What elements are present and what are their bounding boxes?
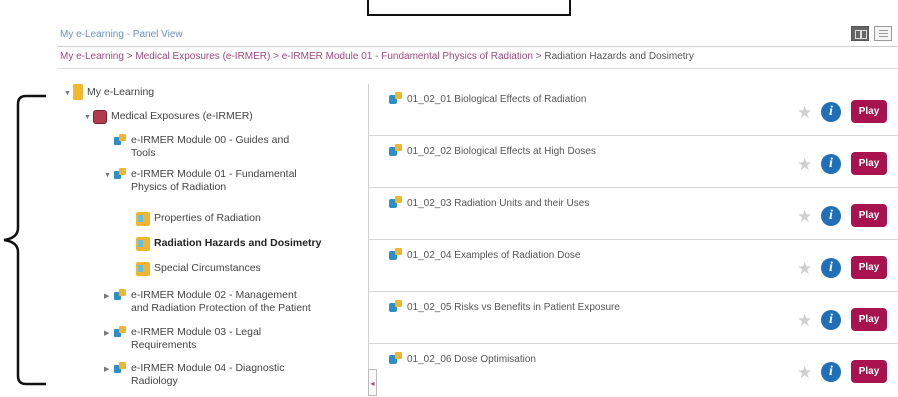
lesson-title[interactable]: 01_02_02 Biological Effects at High Dose…	[407, 146, 596, 157]
favourite-star-icon[interactable]: ★	[797, 364, 812, 381]
lesson-title[interactable]: 01_02_03 Radiation Units and their Uses	[407, 198, 589, 209]
lesson-title[interactable]: 01_02_01 Biological Effects of Radiation	[407, 94, 586, 105]
collapsed-caret-icon[interactable]: ▶	[104, 362, 113, 376]
tree-item-topic-hazards[interactable]: Radiation Hazards and Dosimetry	[136, 237, 321, 251]
module-icon	[113, 362, 127, 376]
lesson-title[interactable]: 01_02_05 Risks vs Benefits in Patient Ex…	[407, 302, 620, 313]
module-icon	[113, 134, 127, 148]
lesson-row: 01_02_04 Examples of Radiation Dose ★ i …	[369, 240, 898, 292]
tree-item-course[interactable]: ▼ Medical Exposures (e-IRMER)	[84, 110, 253, 124]
tree-item-module-04[interactable]: ▶ e-IRMER Module 04 - Diagnostic Radiolog…	[104, 362, 284, 388]
view-toggle	[851, 26, 892, 41]
module-icon	[113, 289, 127, 303]
lesson-icon	[389, 144, 403, 158]
lesson-icon	[389, 196, 403, 210]
lesson-icon	[389, 300, 403, 314]
topic-icon	[136, 262, 150, 276]
play-button[interactable]: Play	[851, 100, 887, 123]
info-icon[interactable]: i	[821, 310, 841, 330]
collapsed-caret-icon[interactable]: ▶	[104, 326, 113, 340]
lesson-row: 01_02_01 Biological Effects of Radiation…	[369, 84, 898, 136]
expanded-caret-icon[interactable]: ▼	[64, 86, 73, 100]
info-icon[interactable]: i	[821, 102, 841, 122]
lesson-row: 01_02_02 Biological Effects at High Dose…	[369, 136, 898, 188]
callout-box	[367, 0, 571, 16]
info-icon[interactable]: i	[821, 258, 841, 278]
lesson-icon	[389, 92, 403, 106]
tree-item-module-01[interactable]: ▼ e-IRMER Module 01 - Fundamental Physics…	[104, 168, 297, 194]
collapsed-caret-icon[interactable]: ▶	[104, 289, 113, 303]
tree-item-my-elearning[interactable]: ▼ My e-Learning	[64, 84, 154, 100]
tree-item-module-02[interactable]: ▶ e-IRMER Module 02 - Management and Radi…	[104, 289, 311, 315]
info-icon[interactable]: i	[821, 206, 841, 226]
topic-icon	[136, 212, 150, 226]
play-button[interactable]: Play	[851, 308, 887, 331]
breadcrumb-path[interactable]: My e-Learning > Medical Exposures (e-IRM…	[60, 51, 544, 62]
module-icon	[113, 326, 127, 340]
info-icon[interactable]: i	[821, 362, 841, 382]
expanded-caret-icon[interactable]: ▼	[84, 110, 93, 124]
play-button[interactable]: Play	[851, 360, 887, 383]
favourite-star-icon[interactable]: ★	[797, 104, 812, 121]
lesson-icon	[389, 248, 403, 262]
folder-icon	[73, 84, 83, 100]
breadcrumb: My e-Learning > Medical Exposures (e-IRM…	[57, 46, 898, 69]
page-title: My e-Learning - Panel View	[60, 29, 183, 40]
lesson-row: 01_02_05 Risks vs Benefits in Patient Ex…	[369, 292, 898, 344]
play-button[interactable]: Play	[851, 204, 887, 227]
tree-item-topic-special[interactable]: Special Circumstances	[136, 262, 261, 276]
favourite-star-icon[interactable]: ★	[797, 312, 812, 329]
lesson-list: 01_02_01 Biological Effects of Radiation…	[369, 84, 898, 396]
list-view-icon[interactable]	[874, 26, 892, 41]
panel-view-icon[interactable]	[851, 26, 869, 41]
info-icon[interactable]: i	[821, 154, 841, 174]
tree-item-module-00[interactable]: e-IRMER Module 00 - Guides and Tools	[113, 134, 289, 160]
lesson-title[interactable]: 01_02_04 Examples of Radiation Dose	[407, 250, 580, 261]
tree-item-module-03[interactable]: ▶ e-IRMER Module 03 - Legal Requirements	[104, 326, 261, 352]
favourite-star-icon[interactable]: ★	[797, 260, 812, 277]
breadcrumb-current: Radiation Hazards and Dosimetry	[544, 51, 694, 62]
favourite-star-icon[interactable]: ★	[797, 208, 812, 225]
topic-icon	[136, 237, 150, 251]
expanded-caret-icon[interactable]: ▼	[104, 168, 113, 182]
favourite-star-icon[interactable]: ★	[797, 156, 812, 173]
play-button[interactable]: Play	[851, 152, 887, 175]
tree-item-topic-properties[interactable]: Properties of Radiation	[136, 212, 261, 226]
annotation-brace	[3, 94, 46, 386]
lesson-row: 01_02_06 Dose Optimisation ★ i Play	[369, 344, 898, 395]
lesson-title[interactable]: 01_02_06 Dose Optimisation	[407, 354, 536, 365]
play-button[interactable]: Play	[851, 256, 887, 279]
module-icon	[113, 168, 127, 182]
lesson-icon	[389, 352, 403, 366]
course-icon	[93, 110, 107, 124]
navigation-tree: ▼ My e-Learning ▼ Medical Exposures (e-I…	[60, 84, 366, 396]
lesson-row: 01_02_03 Radiation Units and their Uses …	[369, 188, 898, 240]
